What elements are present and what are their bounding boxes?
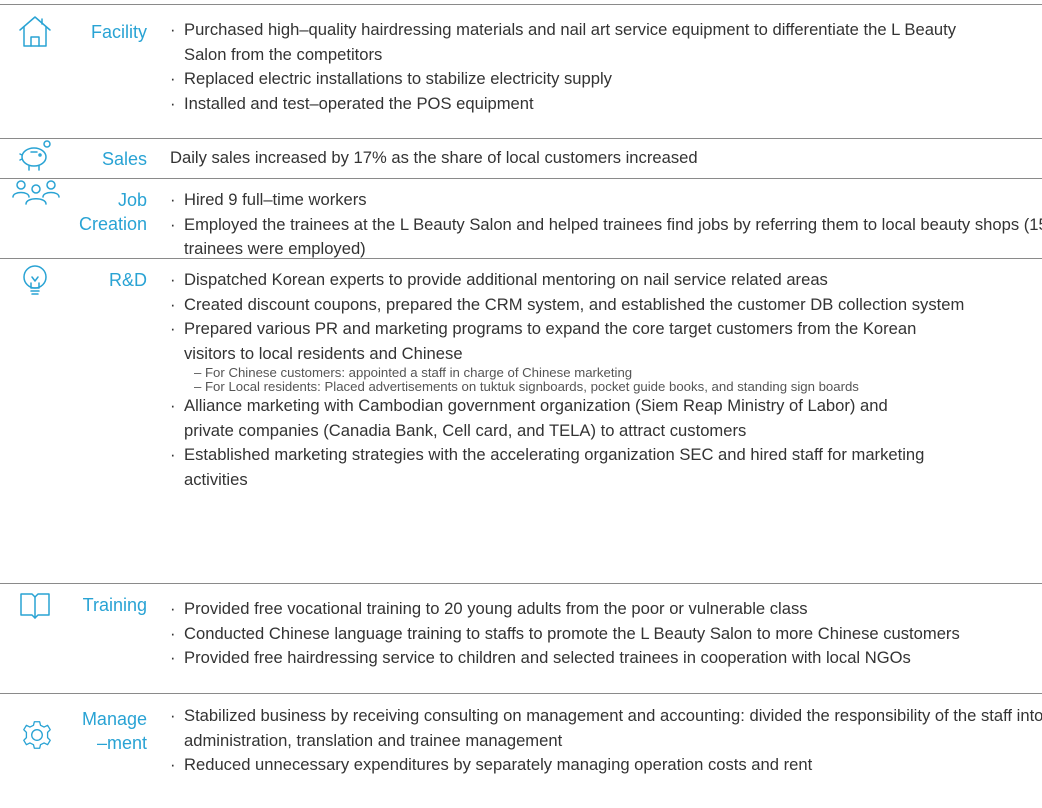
list-item: Established marketing strategies with th… (168, 443, 948, 492)
section-content: Dispatched Korean experts to provide add… (168, 268, 1038, 492)
category-label: R&D (108, 270, 147, 290)
section-divider (0, 693, 1042, 694)
list-item: Dispatched Korean experts to provide add… (168, 268, 1038, 293)
list-item: Stabilized business by receiving consult… (168, 704, 1042, 753)
section-content: Purchased high–quality hairdressing mate… (168, 18, 1038, 116)
list-item: Installed and test–operated the POS equi… (168, 92, 1038, 117)
section-divider (0, 138, 1042, 139)
lightbulb-icon (18, 264, 52, 298)
house-icon (18, 14, 52, 48)
category-label: Sales (101, 149, 147, 169)
category-label: Job Creation (78, 190, 147, 234)
top-rule (0, 4, 1042, 5)
piggy-bank-icon (18, 139, 52, 173)
list-item: Provided free hairdressing service to ch… (168, 646, 1038, 671)
section-content: Daily sales increased by 17% as the shar… (168, 146, 1038, 171)
list-item: Hired 9 full–time workers (168, 188, 1038, 213)
category-label: Manage –ment (81, 709, 147, 753)
list-item: Purchased high–quality hairdressing mate… (168, 18, 998, 67)
list-item: Prepared various PR and marketing progra… (168, 317, 948, 366)
list-item: Created discount coupons, prepared the C… (168, 293, 1018, 318)
category-label: Facility (90, 22, 147, 42)
list-item: Alliance marketing with Cambodian govern… (168, 394, 928, 443)
list-item: Daily sales increased by 17% as the shar… (170, 148, 698, 167)
category-label: Training (82, 595, 147, 615)
list-item: Conducted Chinese language training to s… (168, 622, 988, 647)
sub-item: – For Local residents: Placed advertisem… (194, 379, 859, 394)
people-icon (12, 178, 60, 212)
section-content: Provided free vocational training to 20 … (168, 597, 1038, 671)
gear-icon (22, 720, 52, 750)
section-content: Hired 9 full–time workers Employed the t… (168, 188, 1042, 262)
list-item: Provided free vocational training to 20 … (168, 597, 1038, 622)
list-item: Replaced electric installations to stabi… (168, 67, 1038, 92)
list-item: Reduced unnecessary expenditures by sepa… (168, 753, 1038, 778)
section-content: Stabilized business by receiving consult… (168, 704, 1042, 778)
book-icon (18, 587, 52, 621)
section-divider (0, 178, 1042, 179)
list-item: Employed the trainees at the L Beauty Sa… (168, 213, 1042, 262)
section-divider (0, 583, 1042, 584)
sub-item: – For Chinese customers: appointed a sta… (194, 365, 633, 380)
